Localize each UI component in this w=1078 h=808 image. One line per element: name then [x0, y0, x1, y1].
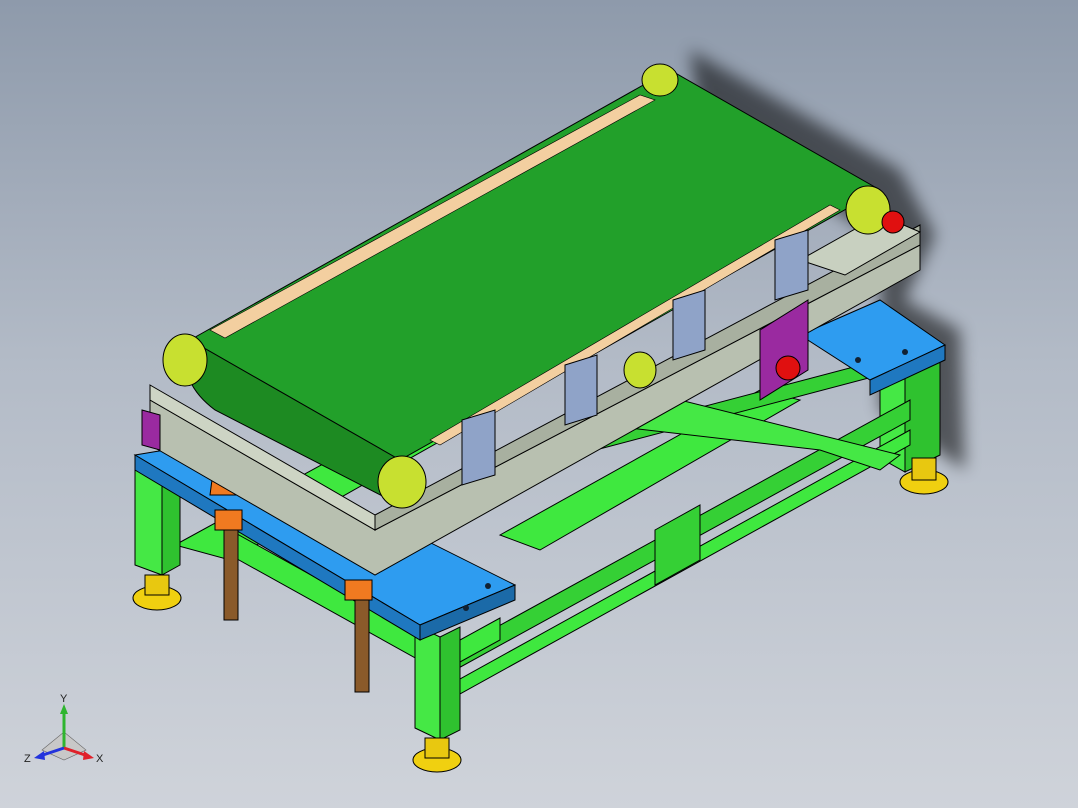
z-arrow-icon — [34, 751, 45, 760]
conveyor-assembly-model[interactable] — [0, 0, 1078, 808]
coordinate-triad: Y X Z — [22, 692, 112, 772]
x-arrow-icon — [83, 751, 94, 760]
cad-3d-viewport[interactable]: Y X Z — [0, 0, 1078, 808]
z-axis-label: Z — [24, 753, 31, 765]
y-arrow-icon — [60, 704, 68, 714]
x-axis-label: X — [96, 753, 104, 765]
y-axis-label: Y — [60, 693, 68, 705]
